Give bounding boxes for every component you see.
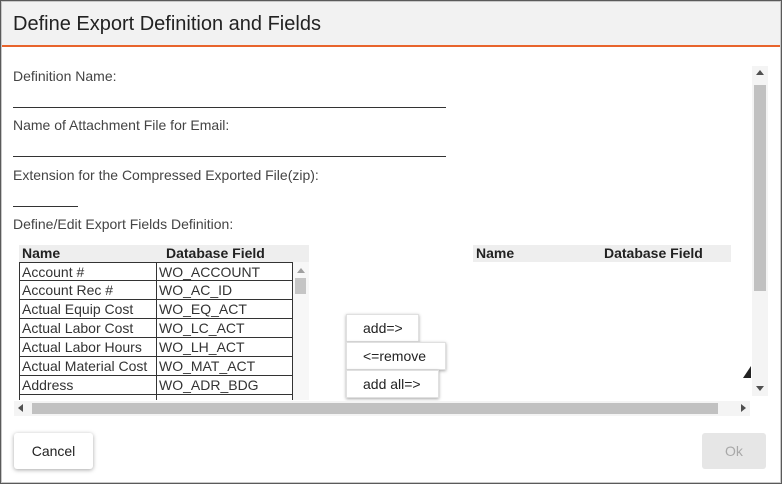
selected-fields-header: Name Database Field [473, 245, 731, 262]
list-item[interactable]: Actual Material Cost WO_MAT_ACT [20, 357, 293, 376]
selected-dbfield-column-header: Database Field [604, 245, 703, 261]
selected-name-column-header: Name [476, 245, 515, 261]
field-db-name: WO_EQ_ACT [156, 300, 293, 318]
cancel-button[interactable]: Cancel [14, 433, 93, 469]
list-item[interactable]: Address WO_ADR_BDG [20, 376, 293, 395]
available-fields-list[interactable]: Account # WO_ACCOUNT Account Rec # WO_AC… [19, 262, 293, 400]
scroll-up-icon[interactable] [756, 70, 764, 75]
ok-button[interactable]: Ok [702, 433, 766, 469]
list-item[interactable] [20, 395, 293, 400]
list-item[interactable]: Actual Labor Hours WO_LH_ACT [20, 338, 293, 357]
dialog-title-bar: Define Export Definition and Fields [2, 2, 780, 47]
content-vertical-scrollbar[interactable] [752, 66, 768, 396]
remove-field-button[interactable]: <=remove [346, 342, 446, 370]
content-horizontal-scrollbar[interactable] [14, 401, 750, 416]
fields-definition-label: Define/Edit Export Fields Definition: [13, 216, 234, 232]
dialog-content: Definition Name: Name of Attachment File… [2, 48, 780, 420]
scroll-right-icon[interactable] [741, 404, 746, 412]
dialog-title: Define Export Definition and Fields [13, 13, 321, 35]
extension-label: Extension for the Compressed Exported Fi… [13, 167, 319, 183]
field-db-name: WO_AC_ID [156, 281, 293, 299]
extension-input[interactable] [13, 191, 78, 207]
available-dbfield-column-header: Database Field [166, 245, 265, 261]
definition-name-label: Definition Name: [13, 68, 117, 84]
add-all-fields-button[interactable]: add all=> [346, 370, 439, 398]
scrollbar-thumb[interactable] [32, 403, 718, 414]
list-item[interactable]: Account # WO_ACCOUNT [20, 262, 293, 281]
scroll-left-icon[interactable] [18, 404, 23, 412]
available-name-column-header: Name [22, 245, 61, 261]
field-db-name: WO_LC_ACT [156, 319, 293, 337]
available-list-scrollbar[interactable] [293, 262, 309, 400]
attachment-name-label: Name of Attachment File for Email: [13, 117, 230, 133]
field-name: Account Rec # [22, 282, 114, 298]
list-item[interactable]: Actual Equip Cost WO_EQ_ACT [20, 300, 293, 319]
scrollbar-thumb[interactable] [754, 85, 766, 291]
field-name: Actual Labor Cost [22, 320, 134, 336]
list-item[interactable]: Actual Labor Cost WO_LC_ACT [20, 319, 293, 338]
field-db-name: WO_ADR_BDG [156, 376, 293, 394]
add-field-button[interactable]: add=> [346, 314, 419, 342]
attachment-name-input[interactable] [13, 141, 446, 157]
definition-name-input[interactable] [13, 92, 446, 108]
list-item[interactable]: Account Rec # WO_AC_ID [20, 281, 293, 300]
available-fields-header: Name Database Field [19, 245, 309, 262]
field-db-name: WO_ACCOUNT [156, 263, 293, 281]
scrollbar-thumb[interactable] [295, 278, 306, 294]
field-name: Actual Equip Cost [22, 301, 134, 317]
field-db-name: WO_MAT_ACT [156, 357, 293, 375]
export-definition-dialog: Define Export Definition and Fields Defi… [1, 1, 781, 483]
field-name: Address [22, 377, 74, 393]
resize-handle-icon[interactable] [743, 366, 751, 378]
scroll-up-icon[interactable] [297, 268, 305, 273]
scroll-down-icon[interactable] [756, 386, 764, 391]
field-name: Actual Labor Hours [22, 339, 142, 355]
field-db-name: WO_LH_ACT [156, 338, 293, 356]
field-name: Account # [22, 264, 85, 280]
field-name: Actual Material Cost [22, 358, 148, 374]
